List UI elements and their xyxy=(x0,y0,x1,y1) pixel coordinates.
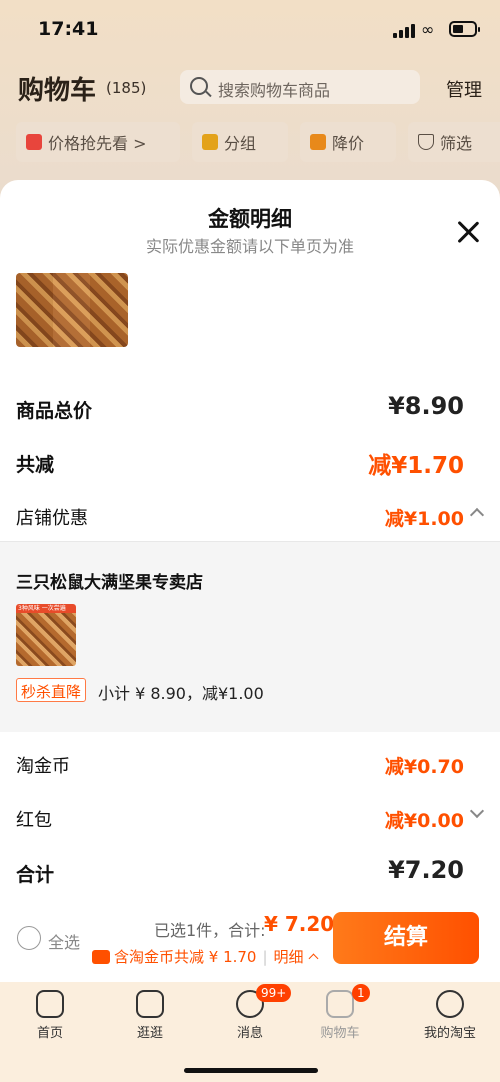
row-value: 减¥1.70 xyxy=(368,453,464,479)
tab-label: 购物车 xyxy=(320,1026,360,1041)
filter-chips: 价格抢先看 > 分组 降价 筛选 xyxy=(0,122,500,164)
sheet-subtitle: 实际优惠金额请以下单页为准 xyxy=(145,237,354,256)
shop-subtotal: 小计 ¥ 8.90，减¥1.00 xyxy=(98,684,264,703)
video-icon xyxy=(136,990,164,1018)
chip-label: 降价 xyxy=(332,134,365,153)
detail-link[interactable]: 明细 xyxy=(274,946,304,967)
tab-label: 我的淘宝 xyxy=(423,1026,476,1041)
selected-count: 已选1件，合计: xyxy=(154,921,266,940)
coin-icon xyxy=(92,949,110,964)
row-total-discount: 共减 减¥1.70 xyxy=(16,444,484,484)
total-amount: ¥ 7.20 xyxy=(264,912,335,936)
home-icon xyxy=(36,990,64,1018)
row-label: 合计 xyxy=(16,864,55,886)
shop-image-text: 3种风味 一次尝遍 xyxy=(18,605,66,612)
status-bar: 17:41 ∞ xyxy=(0,0,500,60)
battery-icon xyxy=(449,21,480,37)
row-label: 商品总价 xyxy=(16,400,93,422)
tab-label: 首页 xyxy=(36,1026,63,1041)
cart-count: (185) xyxy=(106,79,147,97)
chip-label: 价格抢先看 > xyxy=(48,134,147,153)
shop-detail-panel: 三只松鼠大满坚果专卖店 3种风味 一次尝遍 秒杀直降 小计 ¥ 8.90，减¥1… xyxy=(0,542,500,732)
cart-badge: 1 xyxy=(352,984,370,1002)
chip-price-preview[interactable]: 价格抢先看 > xyxy=(16,122,180,162)
row-value: ¥7.20 xyxy=(388,856,464,884)
price-tag-icon xyxy=(26,134,42,150)
status-time: 17:41 xyxy=(38,18,99,40)
filter-icon xyxy=(418,134,434,150)
search-input[interactable]: 搜索购物车商品 xyxy=(180,70,420,104)
row-value: 减¥0.00 xyxy=(384,810,464,832)
row-value: 减¥1.00 xyxy=(384,508,464,530)
row-label: 店铺优惠 xyxy=(16,508,88,529)
chevron-up-icon[interactable] xyxy=(469,507,485,523)
select-all-label[interactable]: 全选 xyxy=(48,929,80,953)
tab-home[interactable]: 首页 xyxy=(10,990,90,1041)
row-label: 红包 xyxy=(16,810,52,831)
shop-name: 三只松鼠大满坚果专卖店 xyxy=(16,573,203,593)
tab-cart[interactable]: 1 购物车 xyxy=(300,984,380,1041)
chevron-up-icon xyxy=(308,953,319,964)
search-icon xyxy=(190,77,208,95)
seckill-tag: 秒杀直降 xyxy=(16,678,87,702)
close-icon[interactable] xyxy=(456,220,480,244)
home-indicator xyxy=(184,1068,318,1073)
row-total-price: 商品总价 ¥8.90 xyxy=(16,390,484,430)
row-sum: 合计 ¥7.20 xyxy=(16,854,484,894)
smile-icon xyxy=(436,990,464,1018)
row-shop-discount[interactable]: 店铺优惠 减¥1.00 xyxy=(16,498,485,538)
link-icon: ∞ xyxy=(421,20,435,39)
select-all-radio[interactable] xyxy=(17,926,41,950)
down-arrow-icon xyxy=(310,134,326,150)
coin-discount-note[interactable]: 含淘金币共减 ¥ 1.70 | 明细 xyxy=(92,946,319,967)
cart-icon xyxy=(326,990,354,1018)
tab-label: 消息 xyxy=(236,1026,263,1041)
tab-bar: 首页 逛逛 99+ 消息 1 购物车 我的淘宝 xyxy=(0,982,500,1082)
chip-group[interactable]: 分组 xyxy=(192,122,288,162)
row-label: 淘金币 xyxy=(16,756,70,777)
row-label: 共减 xyxy=(16,454,55,476)
coin-note-text: 含淘金币共减 ¥ 1.70 xyxy=(114,948,257,966)
product-image xyxy=(16,273,128,347)
tab-my-taobao[interactable]: 我的淘宝 xyxy=(410,990,490,1041)
tab-label: 逛逛 xyxy=(136,1026,163,1041)
manage-button[interactable]: 管理 xyxy=(446,76,482,102)
chip-label: 分组 xyxy=(224,134,257,153)
row-red-packet[interactable]: 红包 减¥0.00 xyxy=(16,800,485,840)
search-placeholder: 搜索购物车商品 xyxy=(218,81,331,100)
cart-page-background: 17:41 ∞ 购物车 (185) 搜索购物车商品 管理 价格抢先看 > 分组 … xyxy=(0,0,500,200)
chip-price-drop[interactable]: 降价 xyxy=(300,122,396,162)
message-badge: 99+ xyxy=(256,984,292,1002)
chip-filter[interactable]: 筛选 xyxy=(408,122,500,162)
checkout-button[interactable]: 结算 xyxy=(333,912,479,964)
tab-messages[interactable]: 99+ 消息 xyxy=(210,984,292,1041)
row-value: 减¥0.70 xyxy=(384,756,464,778)
sheet-title: 金额明细 xyxy=(208,207,292,231)
row-tao-coin: 淘金币 减¥0.70 xyxy=(16,746,484,786)
row-value: ¥8.90 xyxy=(388,392,464,420)
checkout-bar: 全选 已选1件，合计: ¥ 7.20 含淘金币共减 ¥ 1.70 | 明细 结算 xyxy=(0,900,500,982)
signal-icon xyxy=(393,22,417,38)
chevron-down-icon[interactable] xyxy=(469,803,485,819)
tab-browse[interactable]: 逛逛 xyxy=(110,990,190,1041)
shop-product-image: 3种风味 一次尝遍 xyxy=(16,604,76,666)
page-title: 购物车 xyxy=(18,76,97,106)
folder-icon xyxy=(202,134,218,150)
chip-label: 筛选 xyxy=(440,134,473,153)
